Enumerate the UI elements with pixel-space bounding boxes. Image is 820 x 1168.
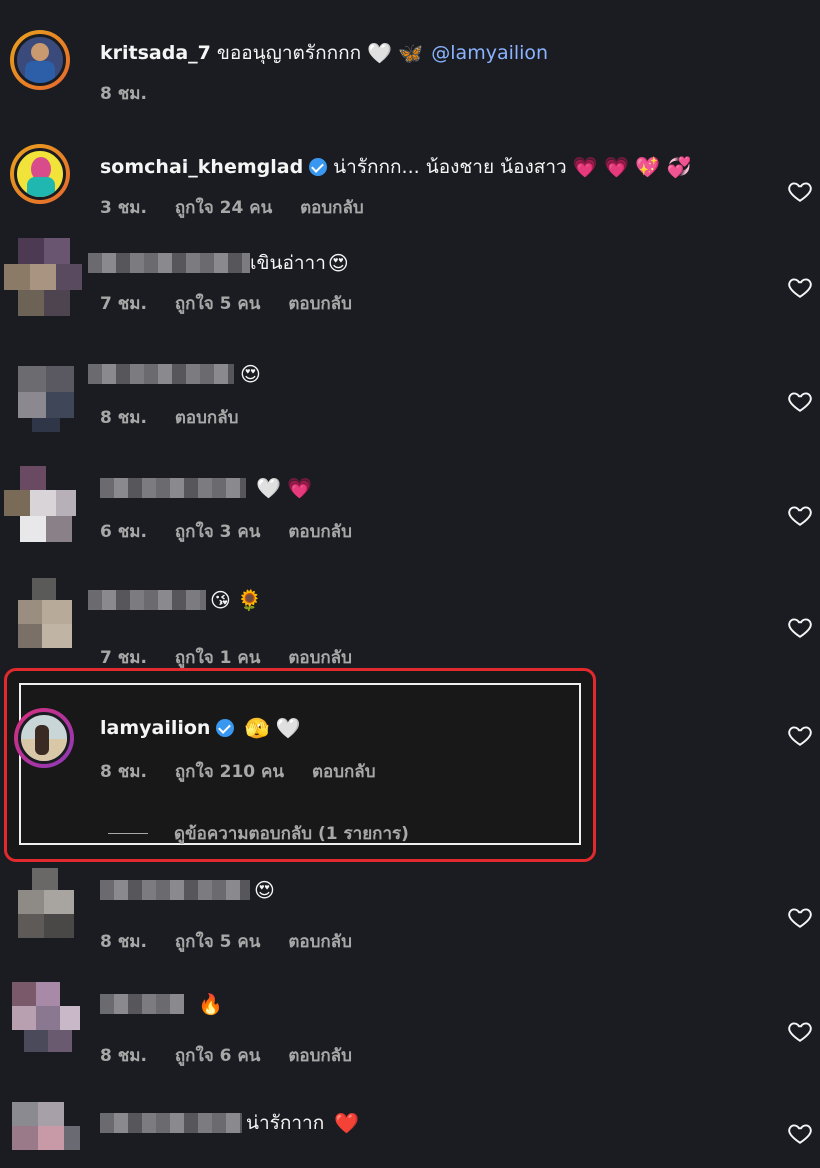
comment-time: 8 ชม. xyxy=(100,408,147,428)
comment-text: ขออนุญาตรักกกก xyxy=(216,42,362,64)
blurred-username xyxy=(100,880,250,900)
likes-count[interactable]: ถูกใจ 5 คน xyxy=(175,932,261,952)
comment-text: เขินอ่าาา xyxy=(250,252,326,274)
comment-emojis: 🫣 🤍 xyxy=(244,716,301,740)
comment-text: น่ารักาาก xyxy=(246,1112,325,1134)
like-heart-icon[interactable] xyxy=(786,614,814,640)
comment-text: น่ารักกก... น้องชาย น้องสาว xyxy=(333,156,567,178)
likes-count[interactable]: ถูกใจ 6 คน xyxy=(175,1046,261,1066)
blurred-avatar xyxy=(4,982,84,1078)
divider-line xyxy=(108,833,148,834)
comment-emojis: 😍 xyxy=(254,878,275,902)
likes-count[interactable]: ถูกใจ 3 คน xyxy=(175,522,261,542)
comment-emojis: 🤍 🦋 xyxy=(367,41,424,65)
avatar[interactable] xyxy=(10,144,70,204)
blurred-username xyxy=(100,1113,242,1133)
like-heart-icon[interactable] xyxy=(786,274,814,300)
verified-badge-icon xyxy=(216,719,235,737)
blurred-username xyxy=(88,253,250,273)
comment-emojis: 💗 💗 💖 💞 xyxy=(572,155,692,179)
likes-count[interactable]: ถูกใจ 1 คน xyxy=(175,648,261,668)
mention-link[interactable]: @lamyailion xyxy=(431,42,548,64)
comment-time: 3 ชม. xyxy=(100,198,147,218)
view-replies-label: ดูข้อความตอบกลับ (1 รายการ) xyxy=(174,824,409,844)
like-heart-icon[interactable] xyxy=(786,502,814,528)
like-heart-icon[interactable] xyxy=(786,178,814,204)
blurred-avatar xyxy=(4,352,84,448)
comment-emojis: 🔥 xyxy=(198,992,223,1016)
reply-button[interactable]: ตอบกลับ xyxy=(288,1046,352,1066)
reply-button[interactable]: ตอบกลับ xyxy=(300,198,364,218)
verified-badge-icon xyxy=(309,158,328,176)
like-heart-icon[interactable] xyxy=(786,722,814,748)
reply-button[interactable]: ตอบกลับ xyxy=(175,408,239,428)
like-heart-icon[interactable] xyxy=(786,904,814,930)
like-heart-icon[interactable] xyxy=(786,1120,814,1146)
blurred-avatar xyxy=(4,1098,84,1168)
comment-time: 6 ชม. xyxy=(100,522,147,542)
comment-emojis: 😘 🌻 xyxy=(210,588,263,612)
username[interactable]: kritsada_7 xyxy=(100,42,211,64)
reply-button[interactable]: ตอบกลับ xyxy=(288,932,352,952)
blurred-avatar xyxy=(4,868,84,964)
avatar[interactable] xyxy=(14,708,74,768)
username[interactable]: somchai_khemglad xyxy=(100,156,303,178)
reply-button[interactable]: ตอบกลับ xyxy=(288,294,352,314)
username[interactable]: lamyailion xyxy=(100,717,210,739)
comment-time: 8 ชม. xyxy=(100,762,147,782)
like-heart-icon[interactable] xyxy=(786,1018,814,1044)
blurred-avatar xyxy=(4,238,84,334)
avatar[interactable] xyxy=(10,30,70,90)
likes-count[interactable]: ถูกใจ 5 คน xyxy=(175,294,261,314)
comment-time: 7 ชม. xyxy=(100,648,147,668)
likes-count[interactable]: ถูกใจ 210 คน xyxy=(175,762,284,782)
comment-emojis: 🤍 💗 xyxy=(256,476,313,500)
comment-time: 7 ชม. xyxy=(100,294,147,314)
comment-emojis: 😍 xyxy=(240,362,261,386)
blurred-avatar xyxy=(4,466,84,562)
view-replies-button[interactable]: ดูข้อความตอบกลับ (1 รายการ) xyxy=(108,820,409,847)
reply-button[interactable]: ตอบกลับ xyxy=(288,648,352,668)
comment-time: 8 ชม. xyxy=(100,84,147,104)
comment-time: 8 ชม. xyxy=(100,932,147,952)
likes-count[interactable]: ถูกใจ 24 คน xyxy=(175,198,272,218)
blurred-username xyxy=(100,994,184,1014)
blurred-avatar xyxy=(4,578,84,674)
reply-button[interactable]: ตอบกลับ xyxy=(312,762,376,782)
reply-button[interactable]: ตอบกลับ xyxy=(288,522,352,542)
comment-emojis: ❤️ xyxy=(334,1111,360,1135)
like-heart-icon[interactable] xyxy=(786,388,814,414)
blurred-username xyxy=(88,590,206,610)
comment-time: 8 ชม. xyxy=(100,1046,147,1066)
blurred-username xyxy=(100,478,246,498)
blurred-username xyxy=(88,364,234,384)
comment-emojis: 😍 xyxy=(327,251,349,275)
